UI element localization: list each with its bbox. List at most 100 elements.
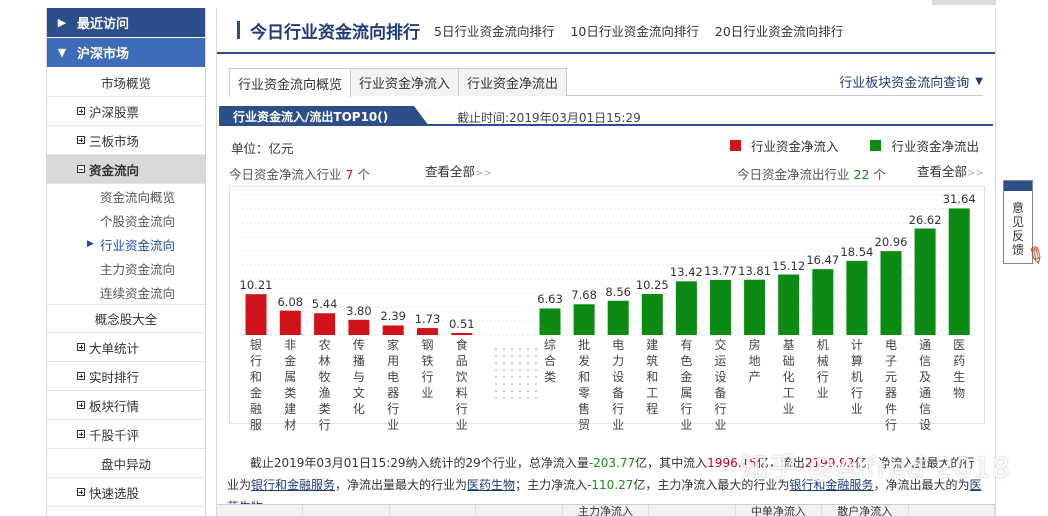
outflow-value-label: 20.96 (874, 235, 908, 250)
sidebar-sub-industry-flow[interactable]: ▶ 行业资金流向 (47, 232, 205, 256)
sidebar: ▶ 最近访问 ▼ 沪深市场 市场概览 沪深股票 三板市场 资金流向 资金流向概览… (46, 8, 206, 516)
summary-p2: 亿，其中流入 (635, 456, 708, 470)
sidebar-item-label: 板块行情 (89, 398, 140, 414)
outflow-count-prefix: 今日资金净流出行业 (737, 167, 850, 182)
sidebar-item-sector-quotes[interactable]: 板块行情 (47, 391, 205, 420)
sidebar-sub-fund-overview[interactable]: 资金流向概览 (47, 184, 205, 208)
gap-dot (511, 355, 513, 357)
gap-dot (519, 383, 521, 385)
sidebar-item-pan-anomaly[interactable]: 盘中异动 (47, 449, 205, 478)
expand-icon (77, 430, 85, 438)
link-20day-rank[interactable]: 20日行业资金流向排行 (715, 21, 843, 40)
table-col[interactable] (217, 505, 304, 516)
outflow-bar[interactable] (812, 269, 834, 335)
table-col[interactable] (303, 505, 390, 516)
sidebar-item-big-orders[interactable]: 大单统计 (47, 333, 205, 362)
outflow-category-label: 基础化工业 (782, 338, 795, 416)
summary-p5: ，净流出量最大的行业为 (335, 478, 468, 492)
table-col[interactable] (476, 505, 563, 516)
outflow-bar[interactable] (914, 228, 936, 335)
table-col[interactable] (649, 505, 736, 516)
fund-flow-chart: 10.21 银行和金融服 6.08 非金属类建材 5.44 农林牧渔类行 3.80 传播与文化… (229, 186, 985, 432)
outflow-bar[interactable] (710, 279, 731, 335)
sidebar-item-qiangu[interactable]: 千股千评 (47, 420, 205, 449)
gap-dot (527, 397, 529, 399)
tab-net-inflow[interactable]: 行业资金净流入 (350, 68, 460, 96)
caret-down-icon: ▼ (975, 76, 983, 87)
tab-overview[interactable]: 行业资金流向概览 (229, 68, 352, 97)
outflow-category-label: 通信及通信设 (919, 338, 932, 432)
gap-dot (535, 397, 537, 399)
outflow-bar[interactable] (607, 300, 629, 335)
outflow-bar[interactable] (744, 279, 766, 335)
sidebar-head-recent[interactable]: ▶ 最近访问 (47, 8, 205, 38)
sidebar-item-realtime-rank[interactable]: 实时排行 (47, 362, 205, 391)
gap-dot (503, 355, 505, 357)
sidebar-item-concept[interactable]: 概念股大全 (47, 304, 205, 333)
expand-icon (77, 343, 85, 351)
double-chevron-icon: >> (967, 168, 984, 179)
outflow-count-number: 22 (853, 167, 870, 182)
sidebar-item-market-overview[interactable]: 市场概览 (47, 68, 205, 97)
table-col[interactable] (909, 505, 995, 516)
table-col-retail-inflow[interactable]: 散户净流入 (822, 505, 909, 516)
page-title: 今日行业资金流向排行 (250, 22, 420, 43)
view-all-outflow-link[interactable]: 查看全部>> (917, 161, 984, 180)
expand-icon (77, 401, 85, 409)
table-col-main-inflow[interactable]: 主力净流入 (563, 505, 650, 516)
sidebar-sub-continuous-flow[interactable]: 连续资金流向 (47, 280, 205, 304)
gap-dot (535, 369, 537, 371)
outflow-bar[interactable] (641, 294, 663, 335)
feedback-tab[interactable]: 意见反馈 ✎ (1003, 180, 1048, 272)
outflow-bar[interactable] (675, 281, 697, 335)
sidebar-sub-stock-flow[interactable]: 个股资金流向 (47, 208, 205, 232)
sidebar-item-sanban[interactable]: 三板市场 (47, 126, 205, 155)
inflow-bar[interactable] (417, 328, 438, 335)
outflow-bar[interactable] (778, 274, 800, 335)
table-col-mid-inflow[interactable]: 中单净流入 (736, 505, 823, 516)
view-all-label: 查看全部 (917, 164, 968, 179)
watermark: 知乎 @Alfred 2018 (740, 451, 1011, 484)
table-col[interactable] (390, 505, 477, 516)
inflow-category-label: 食品饮料行业 (455, 338, 468, 432)
inflow-bar[interactable] (382, 325, 404, 335)
legend-inflow-label: 行业资金净流入 (750, 139, 839, 154)
inflow-category-label: 钢铁行业 (421, 338, 434, 400)
inflow-bar[interactable] (451, 332, 473, 335)
gap-dot (495, 362, 497, 364)
sidebar-item-hs-stocks[interactable]: 沪深股票 (47, 97, 205, 126)
inflow-bar[interactable] (279, 310, 301, 335)
expand-icon (77, 136, 85, 144)
outflow-bar[interactable] (539, 308, 561, 335)
tab-net-outflow[interactable]: 行业资金净流出 (458, 68, 568, 96)
summary-link-top-inflow[interactable]: 银行和金融服务 (251, 478, 335, 492)
sidebar-item-fund-flow[interactable]: 资金流向 (47, 155, 205, 184)
link-10day-rank[interactable]: 10日行业资金流向排行 (570, 21, 698, 40)
view-all-inflow-link[interactable]: 查看全部>> (425, 161, 492, 180)
summary-link-top-outflow[interactable]: 医药生物 (467, 478, 515, 492)
inflow-bar[interactable] (314, 313, 336, 335)
outflow-bar[interactable] (573, 304, 595, 335)
outflow-bar[interactable] (948, 208, 970, 335)
sidebar-sub-main-flow[interactable]: 主力资金流向 (47, 256, 205, 280)
gap-dot (495, 355, 497, 357)
link-5day-rank[interactable]: 5日行业资金流向排行 (434, 21, 554, 40)
inflow-count-number: 7 (345, 167, 354, 182)
inflow-bar[interactable] (348, 319, 370, 335)
chevron-right-icon: ▶ (57, 16, 67, 29)
outflow-category-label: 综合类 (543, 338, 556, 384)
gap-dot (511, 348, 513, 350)
gap-dot (511, 362, 513, 364)
inflow-category-label: 传播与文化 (352, 338, 365, 416)
outflow-value-label: 26.62 (908, 212, 942, 227)
inflow-value-label: 10.21 (239, 278, 273, 293)
gap-dot (503, 383, 505, 385)
page: ▶ 最近访问 ▼ 沪深市场 市场概览 沪深股票 三板市场 资金流向 资金流向概览… (0, 0, 1048, 516)
sidebar-head-hs-market[interactable]: ▼ 沪深市场 (47, 38, 205, 68)
inflow-category-label: 非金属类建材 (284, 338, 297, 432)
outflow-bar[interactable] (880, 251, 902, 335)
sidebar-item-quick-pick[interactable]: 快速选股 (47, 478, 205, 507)
inflow-bar[interactable] (245, 294, 267, 335)
sector-query-dropdown[interactable]: 行业板块资金流向查询 ▼ (839, 68, 983, 95)
outflow-bar[interactable] (846, 260, 868, 335)
